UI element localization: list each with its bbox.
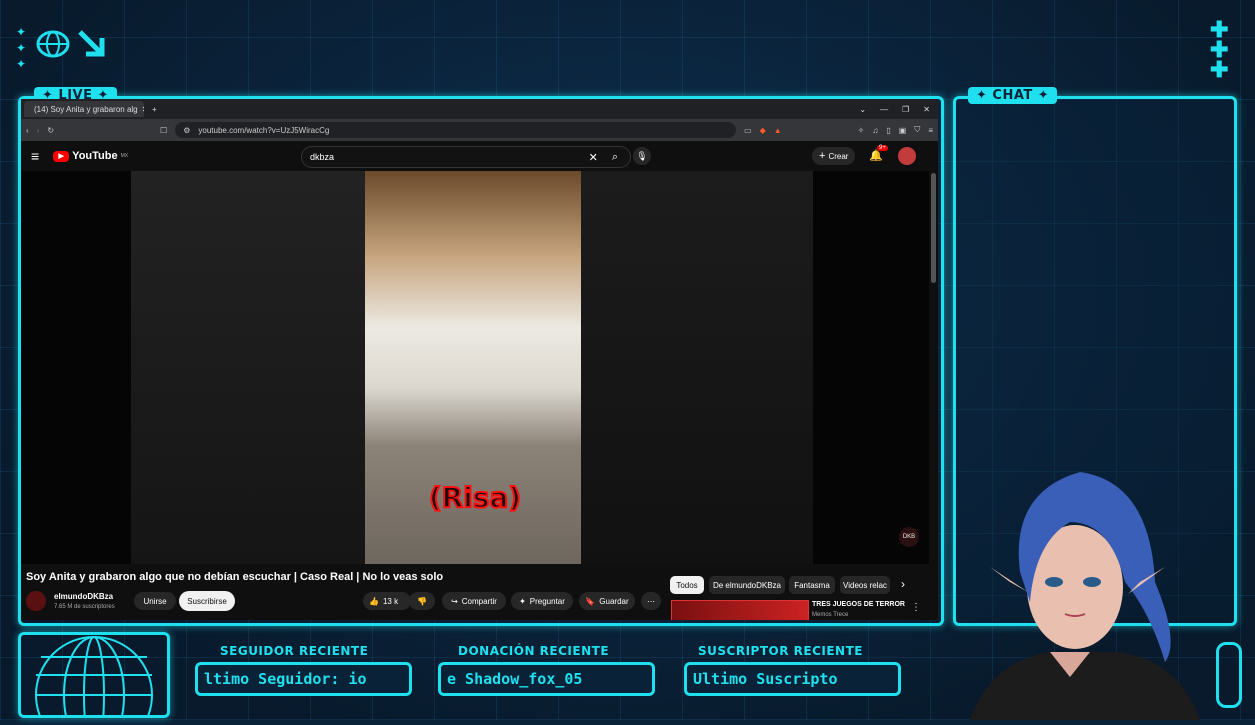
chip-all[interactable]: Todos	[670, 576, 704, 594]
address-bar: ‹ › ↻ ☐ ⚙ youtube.com/watch?v=UzJ5WiracC…	[21, 119, 938, 141]
vtuber-avatar	[950, 462, 1210, 720]
donation-box: e Shadow_fox_05	[438, 662, 655, 696]
microphone-icon[interactable]: 🎙	[633, 147, 651, 165]
close-window-icon[interactable]: ✕	[923, 105, 930, 114]
follower-box: ltimo Seguidor: io	[195, 662, 412, 696]
dislike-button[interactable]: 👎	[409, 592, 435, 610]
sidebar-icon[interactable]: ▯	[886, 126, 890, 135]
url-text: youtube.com/watch?v=UzJ5WiracCg	[198, 125, 330, 135]
search-input[interactable]: dkbza ✕ ⌕	[301, 146, 631, 168]
maximize-icon[interactable]: ❐	[902, 105, 909, 114]
recommended-channel: Memos Trece	[812, 612, 849, 618]
new-tab-icon[interactable]: +	[152, 105, 157, 114]
browser-window: (14) Soy Anita y grabaron alg ✕ + ⌄ — ❐ …	[21, 99, 938, 620]
vpn-icon[interactable]: ⛉	[914, 125, 920, 135]
youtube-logo[interactable]: ▶ YouTube MX	[53, 150, 128, 162]
globe-panel	[18, 632, 170, 718]
video-title: Soy Anita y grabaron algo que no debían …	[26, 571, 444, 583]
wallet-icon[interactable]: ▣	[899, 126, 907, 135]
channel-watermark: DKB	[899, 527, 919, 547]
side-decor-icon	[1216, 642, 1242, 708]
ask-button[interactable]: ✦ Preguntar	[511, 592, 573, 610]
more-actions-icon[interactable]: ⋯	[641, 592, 661, 610]
plus-icon: +	[819, 150, 826, 162]
extensions-icon[interactable]: ✧	[858, 126, 865, 135]
region-code: MX	[120, 153, 129, 159]
sparkle-ask-icon: ✦	[519, 596, 526, 606]
cross-decor-icon: ✚ ✚ ✚	[1210, 17, 1229, 82]
cast-icon[interactable]: ▭	[744, 126, 752, 135]
youtube-play-icon: ▶	[53, 150, 70, 162]
back-icon[interactable]: ‹	[26, 126, 29, 135]
avatar[interactable]	[898, 147, 916, 165]
menu-icon[interactable]: ≡	[928, 126, 933, 135]
create-button[interactable]: + Crear	[812, 147, 856, 165]
video-player[interactable]: (Risa) DKB	[21, 171, 929, 564]
globe-icon	[36, 30, 70, 58]
bookmark-icon[interactable]: ☐	[160, 126, 167, 135]
chip-ghost[interactable]: Fantasma	[789, 576, 835, 594]
tab-bar: (14) Soy Anita y grabaron alg ✕ + ⌄ — ❐ …	[21, 99, 938, 119]
music-icon[interactable]: ♫	[872, 126, 878, 135]
sparkle-icon: ✦ ✦ ✦	[16, 25, 27, 71]
save-icon: 🔖	[585, 596, 596, 606]
url-field[interactable]: ⚙ youtube.com/watch?v=UzJ5WiracCg	[175, 122, 737, 138]
channel-name[interactable]: elmundoDKBza	[54, 592, 113, 601]
donation-label: DONACIÓN RECIENTE	[458, 644, 610, 658]
chip-channel[interactable]: De elmundoDKBza	[709, 576, 785, 594]
thumbs-up-icon: 👍	[369, 596, 379, 606]
arrow-down-right-icon	[78, 30, 105, 57]
search-query: dkbza	[310, 152, 335, 162]
tab-list-icon[interactable]: ⌄	[859, 105, 866, 114]
subscriber-label: SUSCRIPTOR RECIENTE	[698, 644, 863, 658]
clear-search-icon[interactable]: ✕	[589, 151, 598, 164]
chip-related[interactable]: Videos relac	[840, 576, 890, 594]
share-icon: ↪	[451, 596, 458, 606]
video-meta: Soy Anita y grabaron algo que no debían …	[21, 564, 929, 620]
save-button[interactable]: 🔖 Guardar	[579, 592, 635, 610]
minimize-icon[interactable]: —	[880, 105, 888, 114]
follower-value: ltimo Seguidor: io	[204, 670, 367, 688]
donation-value: e Shadow_fox_05	[447, 670, 583, 688]
subscriber-count: 7.65 M de suscriptores	[54, 604, 115, 610]
recommended-menu-icon[interactable]: ⋮	[911, 602, 921, 613]
chips-next-icon[interactable]: ›	[901, 577, 905, 591]
brave-shield-icon[interactable]: ◆	[760, 126, 766, 135]
notification-badge: 9+	[877, 145, 888, 151]
close-tab-icon[interactable]: ✕	[142, 105, 144, 114]
recommended-thumbnail[interactable]	[671, 600, 809, 620]
recommended-title[interactable]: TRES JUEGOS DE TERROR	[812, 601, 905, 608]
join-button[interactable]: Unirse	[134, 592, 176, 610]
forward-icon[interactable]: ›	[37, 126, 40, 135]
browser-tab[interactable]: (14) Soy Anita y grabaron alg ✕	[24, 101, 144, 117]
youtube-header: ≡ ▶ YouTube MX dkbza ✕ ⌕ 🎙 + Crear 🔔 9+	[21, 141, 938, 171]
share-button[interactable]: ↪ Compartir	[442, 592, 506, 610]
subscriber-value: Ultimo Suscripto	[693, 670, 838, 688]
wireframe-globe-icon	[35, 636, 153, 715]
chat-tag: ✦ CHAT ✦	[968, 87, 1058, 104]
site-info-icon[interactable]: ⚙	[183, 126, 190, 135]
search-icon[interactable]: ⌕	[612, 151, 618, 164]
subscriber-box: Ultimo Suscripto	[684, 662, 901, 696]
hamburger-icon[interactable]: ≡	[31, 148, 39, 164]
like-button[interactable]: 👍 13 k	[363, 592, 411, 610]
video-caption: (Risa)	[428, 480, 522, 515]
page-scrollbar[interactable]	[931, 173, 936, 283]
subscribe-button[interactable]: Suscribirse	[179, 591, 235, 611]
reload-icon[interactable]: ↻	[47, 126, 54, 135]
channel-avatar[interactable]	[26, 591, 46, 611]
tab-title: (14) Soy Anita y grabaron alg	[34, 104, 138, 114]
thumbs-down-icon: 👎	[417, 596, 427, 606]
rewards-icon[interactable]: ▲	[774, 126, 782, 135]
follower-label: SEGUIDOR RECIENTE	[220, 644, 369, 658]
